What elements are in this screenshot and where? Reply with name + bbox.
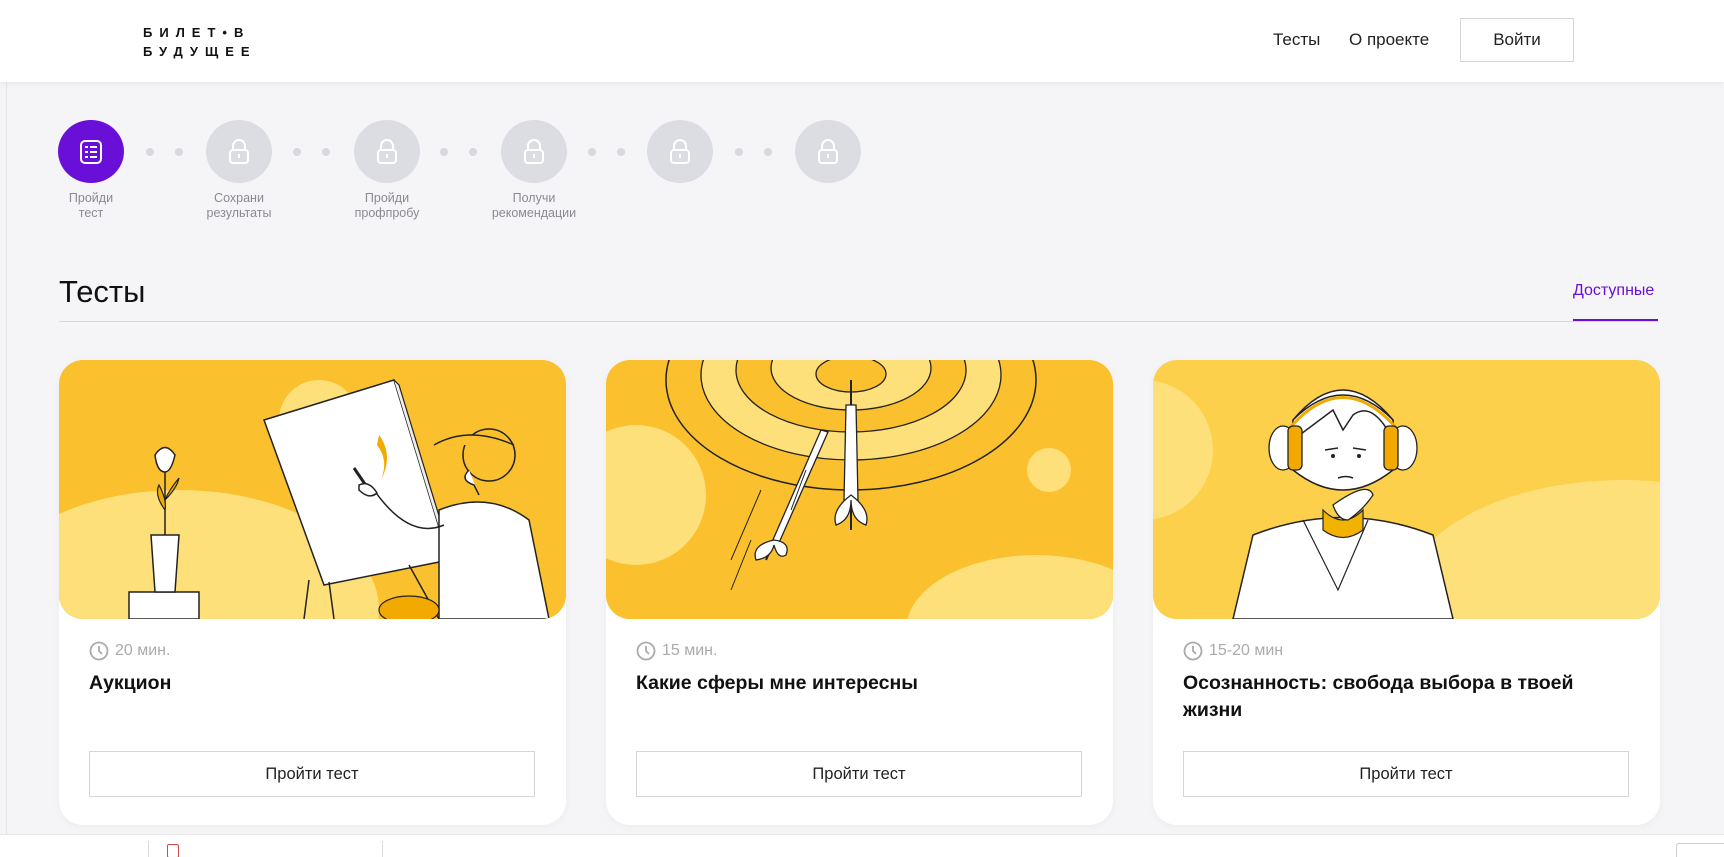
card-duration: 15 мин. xyxy=(636,641,717,661)
taskbar-corner-button[interactable] xyxy=(1676,843,1724,857)
card-duration: 15-20 мин xyxy=(1183,641,1283,661)
taskbar-divider xyxy=(148,841,149,857)
step-get-recommendations: Получи рекомендации xyxy=(459,120,609,221)
step-label: Получи рекомендации xyxy=(491,191,577,220)
test-card-auction[interactable]: 20 мин. Аукцион Пройти тест xyxy=(59,360,566,825)
bottom-taskbar xyxy=(0,834,1724,857)
step-label: Пройди тест xyxy=(68,191,114,220)
card-illustration xyxy=(1153,360,1660,619)
tab-available[interactable]: Доступные xyxy=(1573,282,1654,300)
login-button[interactable]: Войти xyxy=(1460,18,1574,62)
logo-line-2: БУДУЩЕЕ xyxy=(143,44,257,59)
test-list-icon xyxy=(58,120,124,183)
tab-active-indicator xyxy=(1573,319,1658,321)
card-duration: 20 мин. xyxy=(89,641,170,661)
lock-icon xyxy=(501,120,567,183)
step-save-results: Сохрани результаты xyxy=(164,120,314,221)
nav-tests-link[interactable]: Тесты xyxy=(1273,30,1320,50)
duration-text: 15-20 мин xyxy=(1209,642,1284,659)
painter-illustration xyxy=(59,360,566,619)
card-title: Осознанность: свобода выбора в твоей жиз… xyxy=(1183,672,1574,721)
pdf-file-icon[interactable] xyxy=(167,844,179,857)
card-title: Какие сферы мне интересны xyxy=(636,672,918,694)
step-try-profession: Пройди профпробу xyxy=(312,120,462,221)
start-test-button[interactable]: Пройти тест xyxy=(636,751,1082,797)
site-header: БИЛЕТ•В БУДУЩЕЕ Тесты О проекте Войти xyxy=(0,0,1724,82)
clock-icon xyxy=(636,641,656,661)
card-illustration xyxy=(59,360,566,619)
site-logo[interactable]: БИЛЕТ•В БУДУЩЕЕ xyxy=(143,23,257,61)
card-title: Аукцион xyxy=(89,672,172,694)
test-card-interests[interactable]: 15 мин. Какие сферы мне интересны Пройти… xyxy=(606,360,1113,825)
step-connector-dot xyxy=(588,148,596,156)
section-title: Тесты xyxy=(59,274,146,309)
step-label: Пройди профпробу xyxy=(354,191,420,220)
step-label: Сохрани результаты xyxy=(206,191,272,220)
test-card-mindfulness[interactable]: 15-20 мин Осознанность: свобода выбора в… xyxy=(1153,360,1660,825)
thinking-person-illustration xyxy=(1153,360,1660,619)
section-divider xyxy=(59,321,1658,322)
step-5 xyxy=(605,120,755,191)
step-connector-dot xyxy=(440,148,448,156)
taskbar-divider xyxy=(382,841,383,857)
step-connector-dot xyxy=(735,148,743,156)
step-6 xyxy=(753,120,903,191)
card-illustration xyxy=(606,360,1113,619)
step-connector-dot xyxy=(146,148,154,156)
page-edge-divider xyxy=(6,82,7,834)
darts-illustration xyxy=(606,360,1113,619)
start-test-button[interactable]: Пройти тест xyxy=(1183,751,1629,797)
step-take-test[interactable]: Пройди тест xyxy=(16,120,166,221)
start-test-button[interactable]: Пройти тест xyxy=(89,751,535,797)
lock-icon xyxy=(795,120,861,183)
clock-icon xyxy=(1183,641,1203,661)
clock-icon xyxy=(89,641,109,661)
logo-line-1: БИЛЕТ•В xyxy=(143,25,251,40)
nav-about-link[interactable]: О проекте xyxy=(1349,30,1429,50)
lock-icon xyxy=(354,120,420,183)
duration-text: 20 мин. xyxy=(115,642,171,659)
lock-icon xyxy=(647,120,713,183)
duration-text: 15 мин. xyxy=(662,642,718,659)
lock-icon xyxy=(206,120,272,183)
step-connector-dot xyxy=(293,148,301,156)
